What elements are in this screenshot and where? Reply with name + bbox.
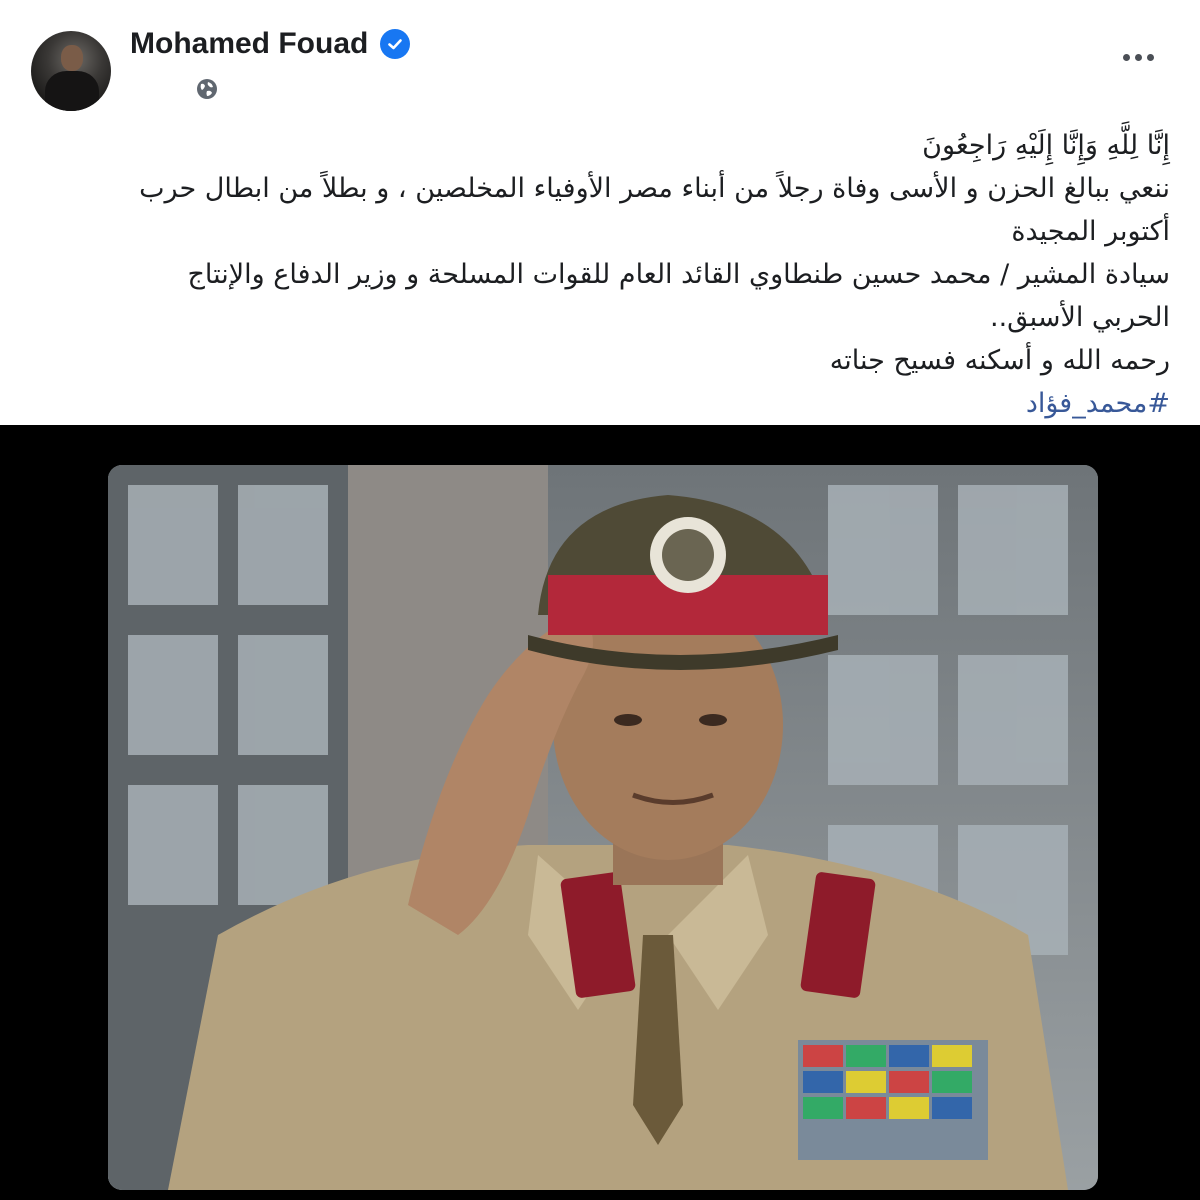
hashtag-link[interactable]: #محمد_فؤاد [30,382,1170,425]
verified-badge-icon [380,29,411,59]
post-text-line: ننعي ببالغ الحزن و الأسى وفاة رجلاً من أ… [139,173,1170,204]
author-name[interactable]: Mohamed Fouad [130,27,368,61]
post-text-line: إِنَّا لِلَّهِ وَإِنَّا إِلَيْهِ رَاجِعُ… [922,130,1170,161]
avatar-body [45,71,99,111]
author-avatar[interactable] [31,31,111,111]
post-text-line: رحمه الله و أسكنه فسيح جناته [829,345,1170,376]
post-text: إِنَّا لِلَّهِ وَإِنَّا إِلَيْهِ رَاجِعُ… [30,124,1170,425]
more-options-icon[interactable] [1123,54,1154,61]
facebook-post: Mohamed Fouad إِنَّا لِلَّهِ وَإِنَّا إِ… [0,0,1200,1200]
globe-icon[interactable] [196,78,218,100]
photo-frame [0,425,1200,1200]
post-photo[interactable] [108,465,1098,1190]
post-text-line: أكتوبر المجيدة [1011,216,1170,247]
post-text-line: سيادة المشير / محمد حسين طنطاوي القائد ا… [187,259,1170,290]
saluting-officer-photo [108,465,1098,1190]
post-text-line: الحربي الأسبق.. [989,302,1170,333]
author-header: Mohamed Fouad [130,27,411,61]
avatar-head [61,45,83,71]
